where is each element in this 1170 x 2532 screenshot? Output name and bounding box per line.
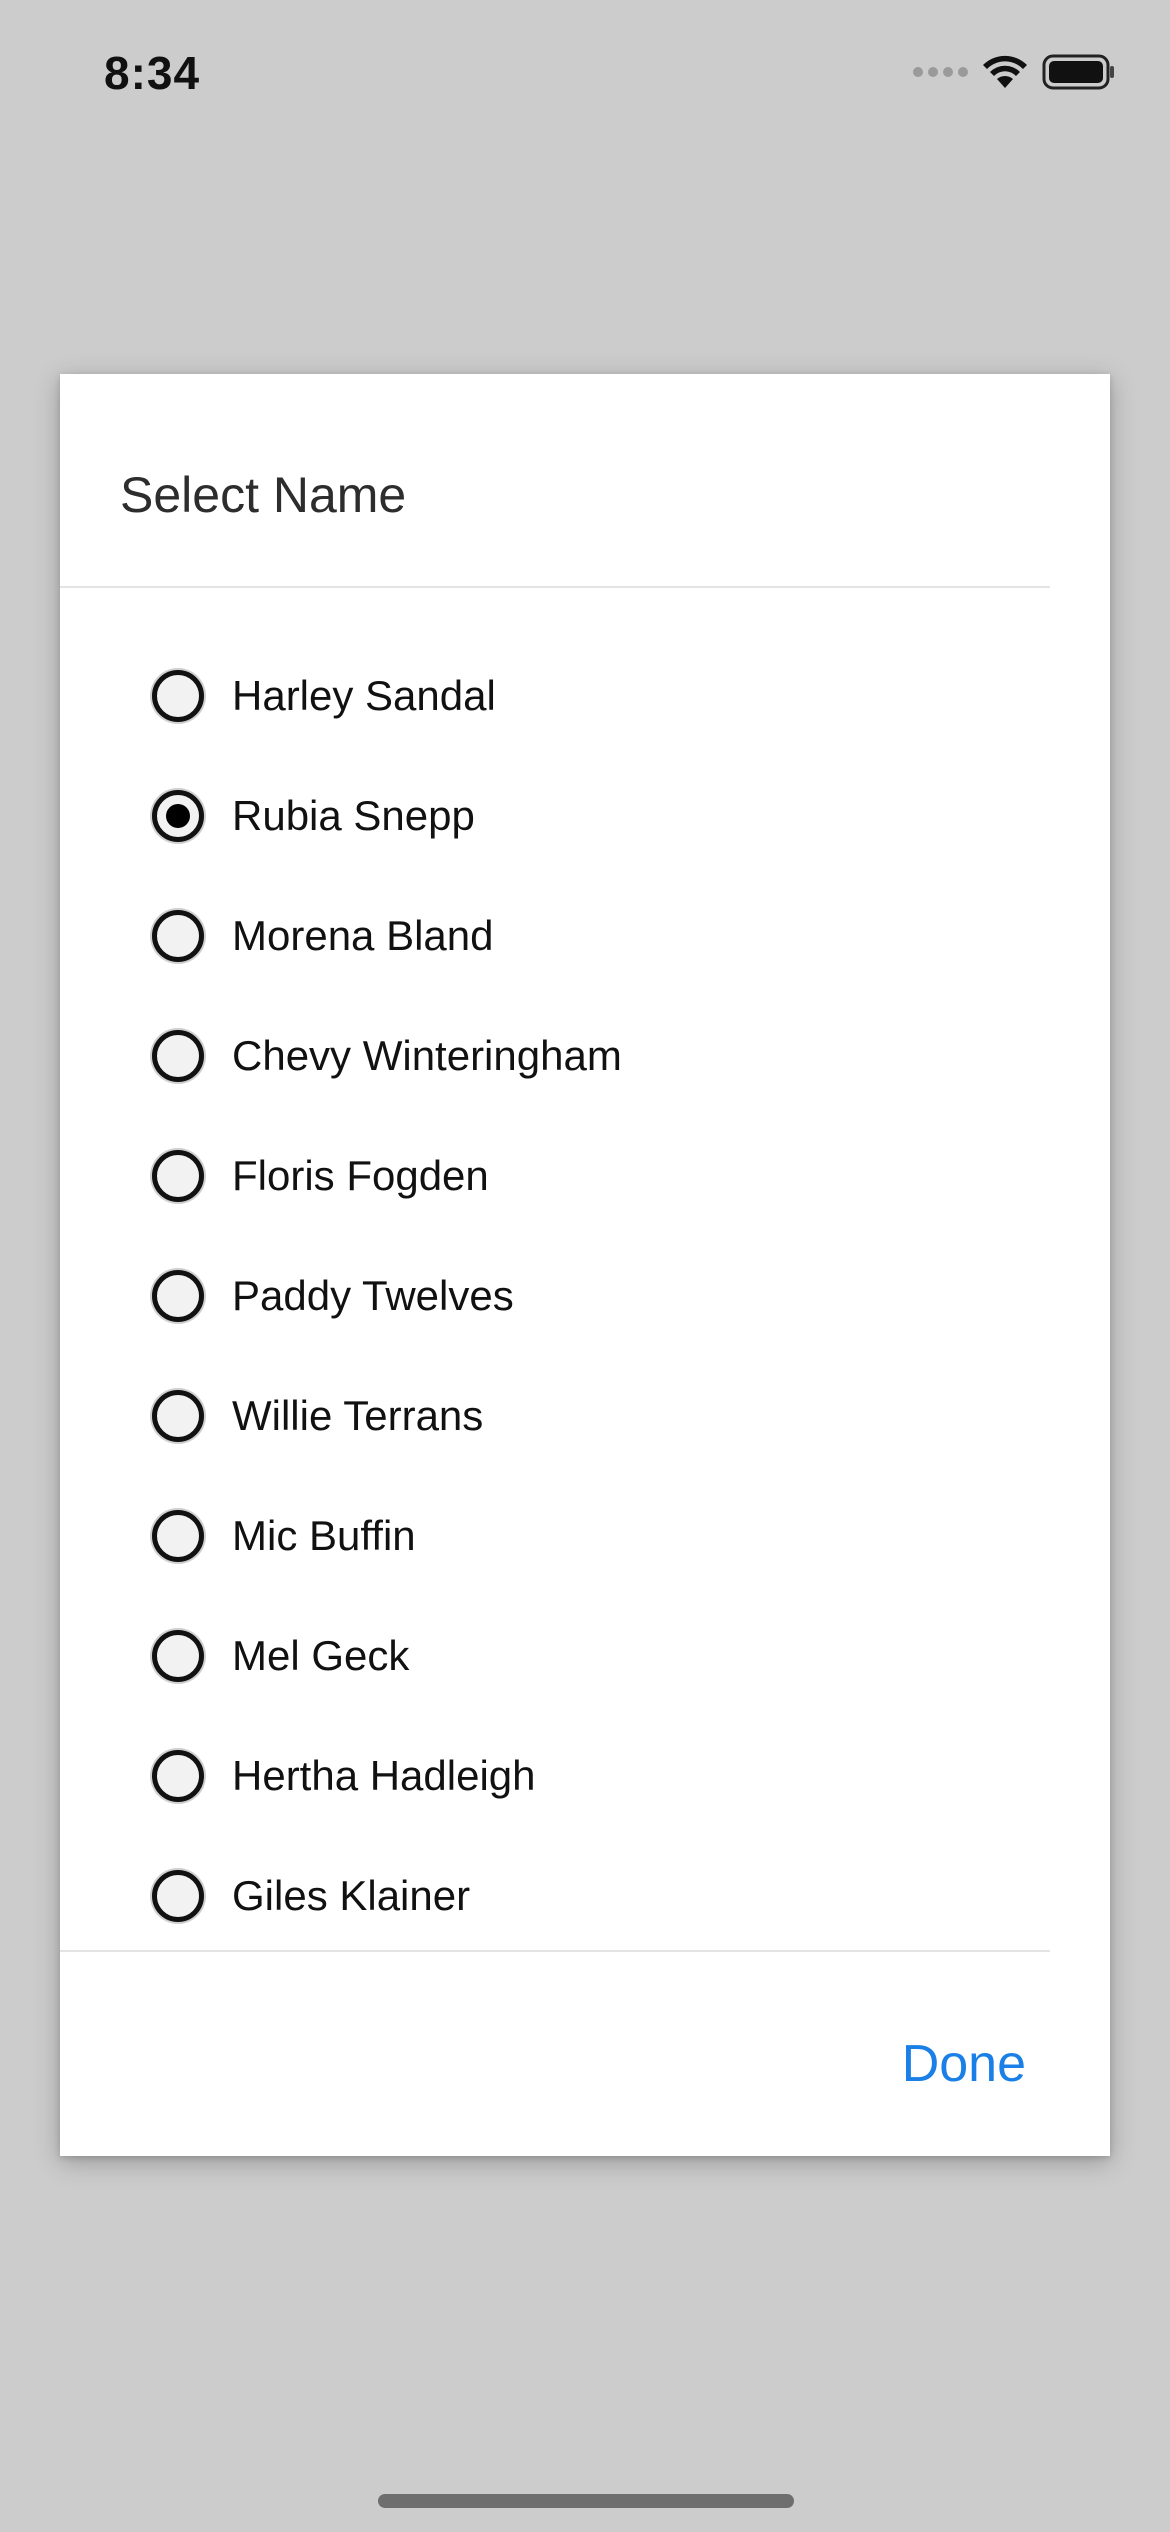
signal-icon — [913, 67, 968, 77]
radio-option[interactable]: Hertha Hadleigh — [60, 1716, 1050, 1836]
radio-unchecked-icon[interactable] — [152, 1270, 204, 1322]
radio-unchecked-icon[interactable] — [152, 1870, 204, 1922]
radio-option[interactable]: Paddy Twelves — [60, 1236, 1050, 1356]
option-label: Giles Klainer — [232, 1872, 471, 1919]
dialog-title: Select Name — [120, 467, 407, 523]
option-label: Rubia Snepp — [232, 792, 475, 839]
radio-unchecked-icon[interactable] — [152, 1390, 204, 1442]
radio-option[interactable]: Harley Sandal — [60, 636, 1050, 756]
name-options-list: Harley Sandal Rubia Snepp Morena Bland Chev… — [60, 636, 1050, 1956]
radio-unchecked-icon[interactable] — [152, 1150, 204, 1202]
done-button[interactable]: Done — [902, 2034, 1026, 2094]
radio-checked-icon[interactable] — [152, 790, 204, 842]
divider — [60, 1950, 1050, 1952]
radio-option[interactable]: Floris Fogden — [60, 1116, 1050, 1236]
option-label: Paddy Twelves — [232, 1272, 514, 1319]
home-indicator[interactable] — [378, 2494, 794, 2508]
option-label: Mic Buffin — [232, 1512, 416, 1559]
radio-unchecked-icon[interactable] — [152, 1630, 204, 1682]
option-label: Hertha Hadleigh — [232, 1752, 536, 1799]
radio-option[interactable]: Morena Bland — [60, 876, 1050, 996]
battery-icon — [1042, 54, 1114, 90]
option-label: Willie Terrans — [232, 1392, 484, 1439]
option-label: Harley Sandal — [232, 672, 496, 719]
radio-dot — [166, 804, 190, 828]
radio-unchecked-icon[interactable] — [152, 1030, 204, 1082]
divider — [60, 586, 1050, 588]
status-icons — [913, 52, 1116, 92]
option-label: Chevy Winteringham — [232, 1032, 622, 1079]
radio-option[interactable]: Willie Terrans — [60, 1356, 1050, 1476]
status-bar: 8:34 — [0, 0, 1170, 150]
option-label: Floris Fogden — [232, 1152, 489, 1199]
wifi-icon — [983, 55, 1027, 88]
option-label: Morena Bland — [232, 912, 494, 959]
radio-option[interactable]: Rubia Snepp — [60, 756, 1050, 876]
radio-unchecked-icon[interactable] — [152, 1750, 204, 1802]
radio-unchecked-icon[interactable] — [152, 1510, 204, 1562]
option-label: Mel Geck — [232, 1632, 410, 1679]
radio-unchecked-icon[interactable] — [152, 910, 204, 962]
radio-option[interactable]: Giles Klainer — [60, 1836, 1050, 1956]
radio-unchecked-icon[interactable] — [152, 670, 204, 722]
status-time: 8:34 — [104, 47, 201, 99]
radio-option[interactable]: Mic Buffin — [60, 1476, 1050, 1596]
select-name-dialog: Select Name Harley Sandal Rubia Snepp More… — [60, 374, 1110, 2156]
radio-option[interactable]: Chevy Winteringham — [60, 996, 1050, 1116]
radio-option[interactable]: Mel Geck — [60, 1596, 1050, 1716]
